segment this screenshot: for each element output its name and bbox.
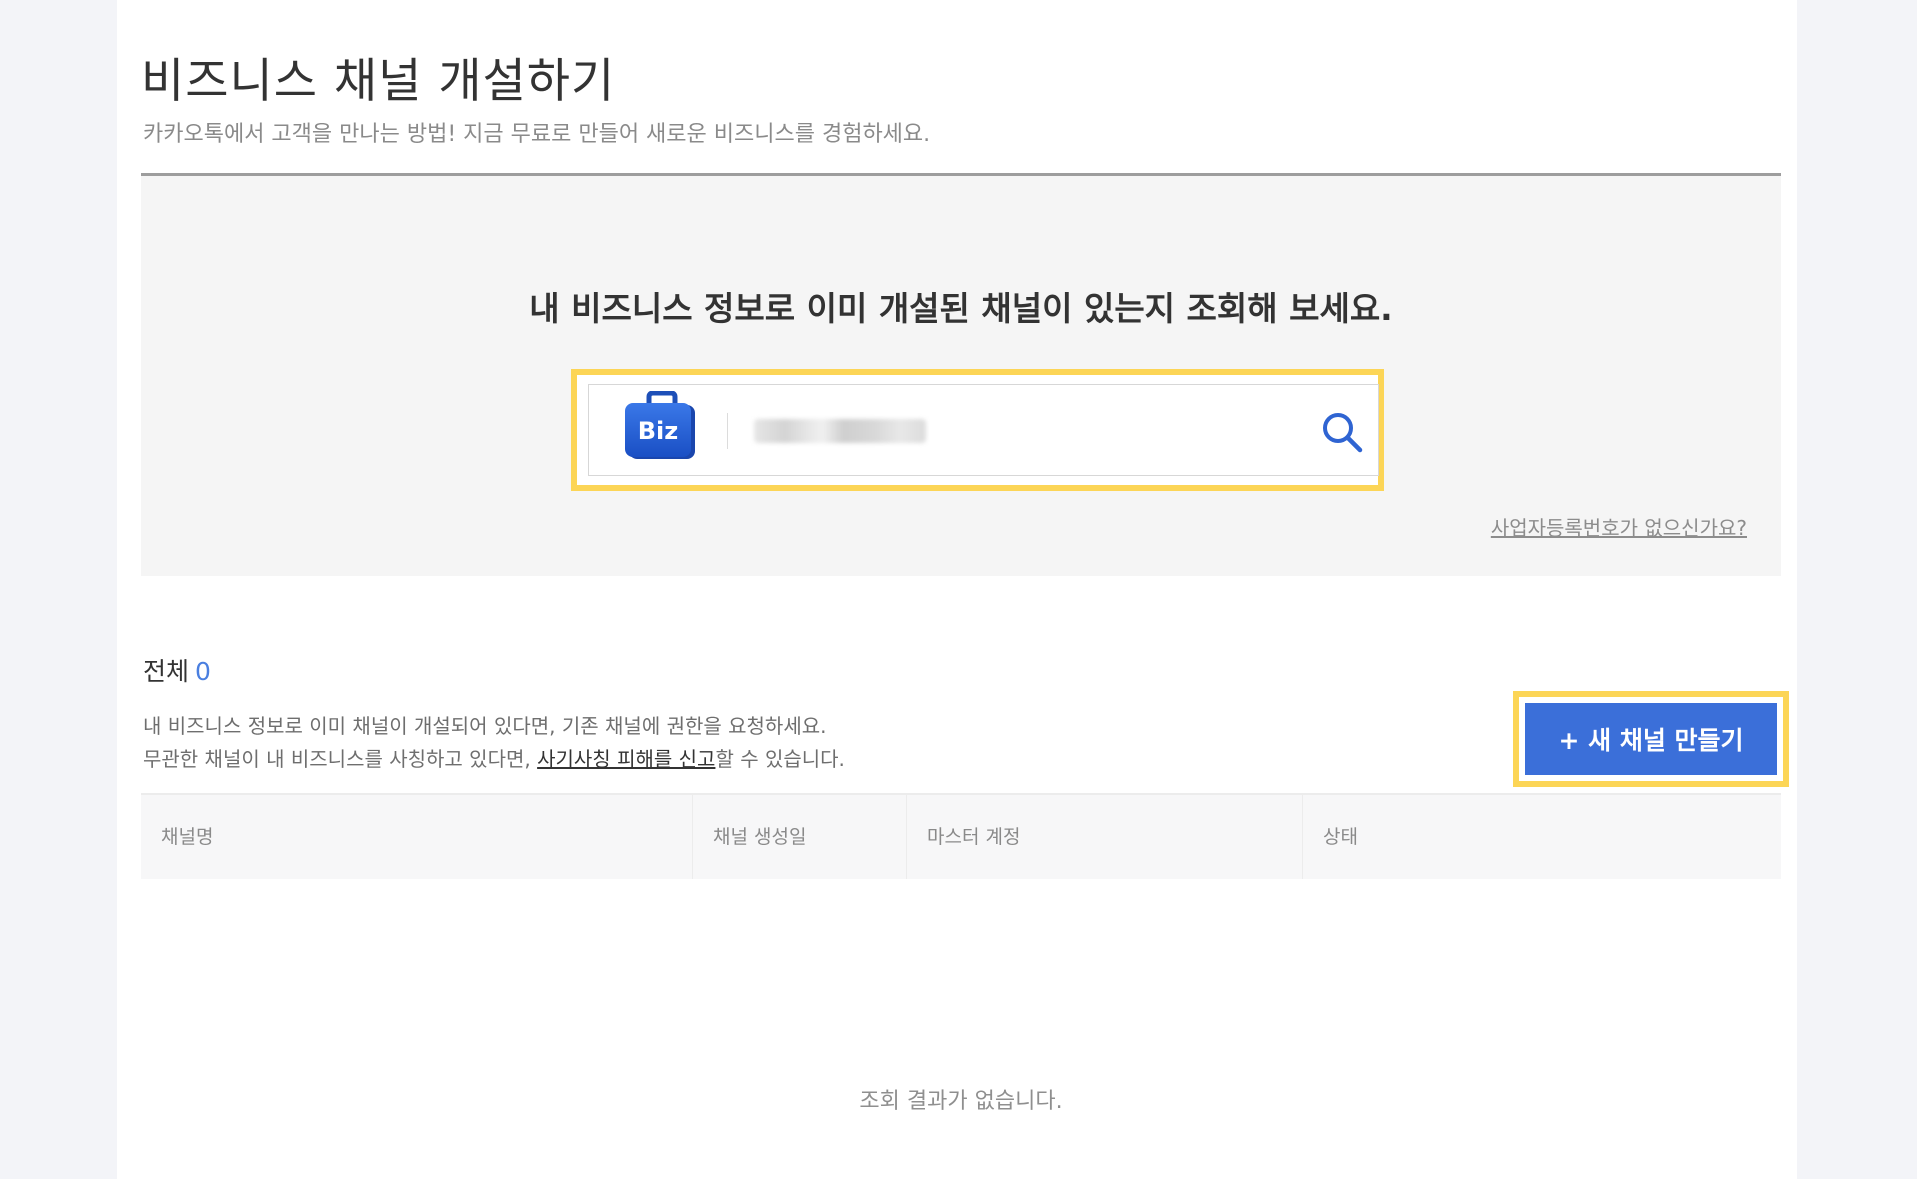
empty-results-message: 조회 결과가 없습니다.	[859, 1089, 1063, 1114]
biz-briefcase-icon: Biz	[625, 391, 695, 459]
search-icon[interactable]	[1319, 409, 1365, 455]
biz-badge-text: Biz	[638, 417, 679, 445]
no-business-number-link[interactable]: 사업자등록번호가 없으신가요?	[1491, 512, 1747, 541]
search-heading: 내 비즈니스 정보로 이미 개설된 채널이 있는지 조회해 보세요.	[529, 289, 1393, 328]
impersonation-notice: 무관한 채널이 내 비즈니스를 사칭하고 있다면, 사기사칭 피해를 신고할 수…	[143, 743, 845, 772]
business-number-input[interactable]	[747, 407, 1287, 455]
impersonation-notice-post: 할 수 있습니다.	[715, 747, 845, 771]
total-count-value: 0	[195, 657, 211, 686]
page-subtitle: 카카오톡에서 고객을 만나는 방법! 지금 무료로 만들어 새로운 비즈니스를 …	[143, 122, 931, 147]
page-container: 비즈니스 채널 개설하기 카카오톡에서 고객을 만나는 방법! 지금 무료로 만…	[117, 0, 1797, 1179]
channel-table-header: 채널명 채널 생성일 마스터 계정 상태	[141, 793, 1781, 879]
column-header-master-account: 마스터 계정	[906, 795, 1302, 879]
search-panel: 내 비즈니스 정보로 이미 개설된 채널이 있는지 조회해 보세요. Biz 사…	[141, 176, 1781, 576]
column-header-channel-name: 채널명	[161, 826, 214, 848]
page-title: 비즈니스 채널 개설하기	[141, 54, 616, 109]
total-label-text: 전체	[143, 657, 190, 686]
total-count-label: 전체 0	[143, 652, 211, 688]
column-header-status: 상태	[1302, 795, 1781, 879]
new-channel-button[interactable]: + 새 채널 만들기	[1525, 703, 1777, 775]
new-channel-highlight-frame: + 새 채널 만들기	[1513, 691, 1789, 787]
search-highlight-frame: Biz	[571, 369, 1384, 491]
report-fraud-link[interactable]: 사기사칭 피해를 신고	[537, 747, 715, 771]
column-header-created-date: 채널 생성일	[692, 795, 906, 879]
impersonation-notice-pre: 무관한 채널이 내 비즈니스를 사칭하고 있다면,	[143, 747, 538, 771]
business-search-box: Biz	[588, 384, 1379, 476]
search-divider	[727, 413, 728, 449]
request-permission-notice: 내 비즈니스 정보로 이미 채널이 개설되어 있다면, 기존 채널에 권한을 요…	[143, 714, 827, 738]
